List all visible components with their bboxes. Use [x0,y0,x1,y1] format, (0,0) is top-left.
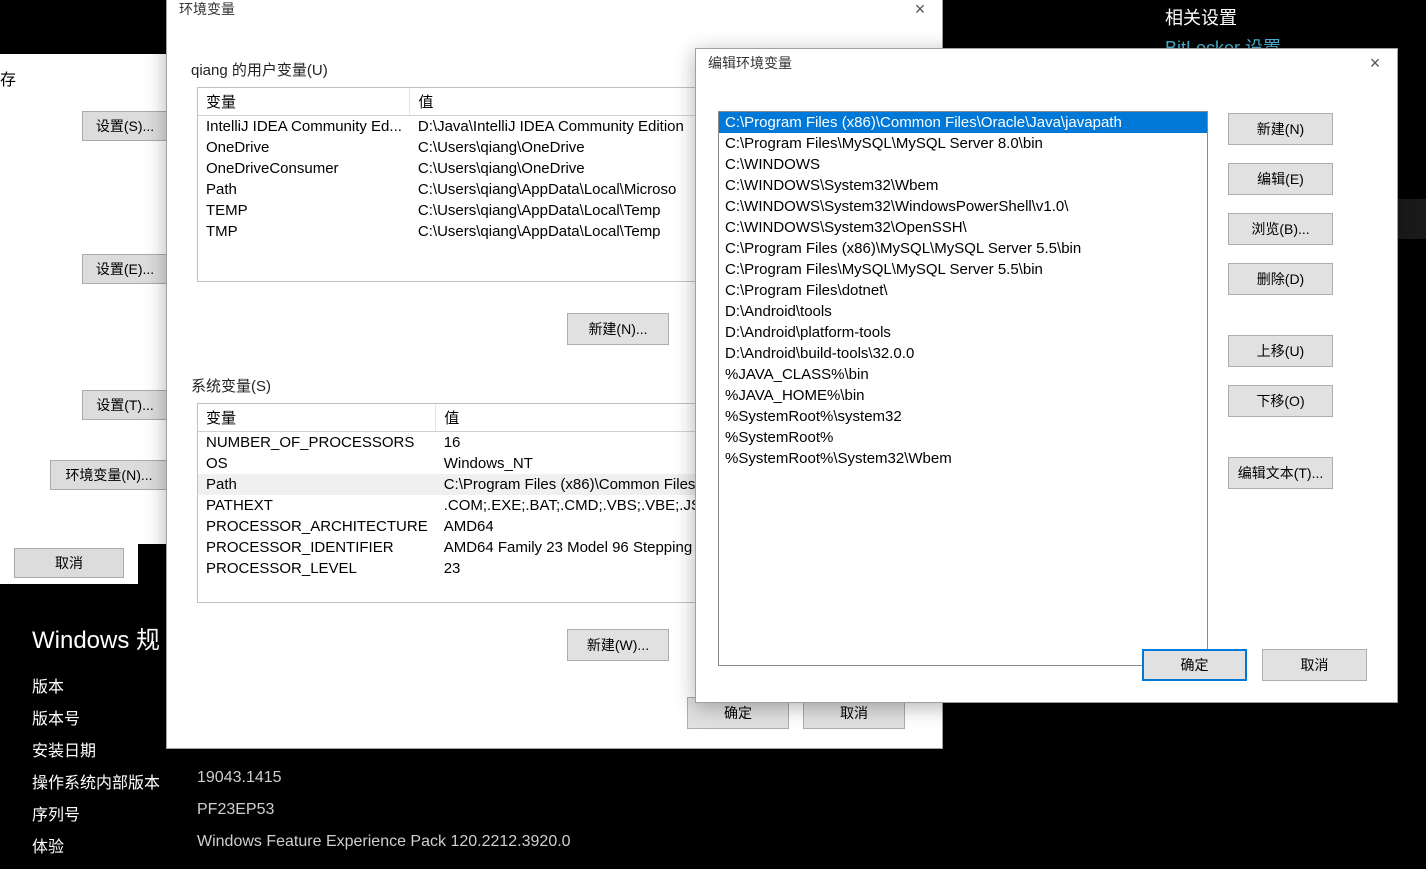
new-path-button[interactable]: 新建(N) [1228,113,1333,145]
delete-path-button[interactable]: 删除(D) [1228,263,1333,295]
edit-text-button[interactable]: 编辑文本(T)... [1228,457,1333,489]
browse-path-button[interactable]: 浏览(B)... [1228,213,1333,245]
path-item[interactable]: C:\WINDOWS\System32\Wbem [719,175,1207,196]
move-down-button[interactable]: 下移(O) [1228,385,1333,417]
var-name-cell: Path [198,179,410,200]
spec-value: 19043.1415 [197,769,282,793]
bg-strip [0,290,170,386]
bg-strip: 设置(S)... [0,102,170,150]
path-item[interactable]: %JAVA_CLASS%\bin [719,364,1207,385]
edit-path-button[interactable]: 编辑(E) [1228,163,1333,195]
settings-e-button[interactable]: 设置(E)... [82,254,168,284]
spec-value: PF23EP53 [197,801,274,825]
bg-strip [0,496,170,544]
var-name-cell: PROCESSOR_IDENTIFIER [198,537,436,558]
spec-label: 体验 [32,833,197,857]
path-listbox[interactable]: C:\Program Files (x86)\Common Files\Orac… [718,111,1208,666]
bg-strip: 存 [0,54,170,102]
path-item[interactable]: C:\WINDOWS\System32\OpenSSH\ [719,217,1207,238]
spec-row: 体验Windows Feature Experience Pack 120.22… [32,833,571,857]
spec-value: Windows Feature Experience Pack 120.2212… [197,833,571,857]
bg-strip [0,150,170,250]
path-item[interactable]: %SystemRoot% [719,427,1207,448]
path-item[interactable]: %SystemRoot%\System32\Wbem [719,448,1207,469]
spec-row: 序列号PF23EP53 [32,801,571,825]
var-name-cell: OneDrive [198,137,410,158]
spec-label: 操作系统内部版本 [32,769,197,793]
bg-strip: 设置(E)... [0,250,170,290]
spec-label: 序列号 [32,801,197,825]
path-item[interactable]: C:\Program Files (x86)\Common Files\Orac… [719,112,1207,133]
path-item[interactable]: %JAVA_HOME%\bin [719,385,1207,406]
new-sys-var-button[interactable]: 新建(W)... [567,629,669,661]
col-var-header[interactable]: 变量 [198,88,410,116]
bg-strip: 取消 [0,544,138,584]
path-item[interactable]: D:\Android\platform-tools [719,322,1207,343]
edit-ok-button[interactable]: 确定 [1142,649,1247,681]
var-name-cell: OS [198,453,436,474]
edit-env-dialog: 编辑环境变量 × C:\Program Files (x86)\Common F… [695,48,1398,703]
var-name-cell: TMP [198,221,410,242]
save-label: 存 [0,66,16,90]
var-name-cell: PATHEXT [198,495,436,516]
path-item[interactable]: C:\Program Files\MySQL\MySQL Server 8.0\… [719,133,1207,154]
edit-dialog-title: 编辑环境变量 [708,53,792,73]
path-item[interactable]: C:\Program Files (x86)\MySQL\MySQL Serve… [719,238,1207,259]
var-name-cell: TEMP [198,200,410,221]
spec-row: 操作系统内部版本19043.1415 [32,769,571,793]
user-vars-label: qiang 的用户变量(U) [191,59,328,80]
env-dialog-title: 环境变量 [179,0,235,19]
edit-cancel-button[interactable]: 取消 [1262,649,1367,681]
bg-strip: 设置(T)... [0,386,170,426]
path-item[interactable]: D:\Android\build-tools\32.0.0 [719,343,1207,364]
path-item[interactable]: C:\WINDOWS [719,154,1207,175]
settings-s-button[interactable]: 设置(S)... [82,111,168,141]
env-vars-button[interactable]: 环境变量(N)... [50,460,168,490]
var-name-cell: PROCESSOR_LEVEL [198,558,436,579]
var-name-cell: OneDriveConsumer [198,158,410,179]
var-name-cell: PROCESSOR_ARCHITECTURE [198,516,436,537]
var-name-cell: NUMBER_OF_PROCESSORS [198,432,436,454]
path-item[interactable]: C:\WINDOWS\System32\WindowsPowerShell\v1… [719,196,1207,217]
var-name-cell: Path [198,474,436,495]
path-item[interactable]: C:\Program Files\MySQL\MySQL Server 5.5\… [719,259,1207,280]
close-icon[interactable]: × [904,0,936,23]
settings-t-button[interactable]: 设置(T)... [82,390,168,420]
bg-strip [0,426,170,456]
path-item[interactable]: C:\Program Files\dotnet\ [719,280,1207,301]
path-item[interactable]: D:\Android\tools [719,301,1207,322]
sys-vars-label: 系统变量(S) [191,375,271,396]
var-name-cell: IntelliJ IDEA Community Ed... [198,116,410,138]
col-var-header[interactable]: 变量 [198,404,436,432]
close-icon[interactable]: × [1359,53,1391,77]
new-user-var-button[interactable]: 新建(N)... [567,313,669,345]
move-up-button[interactable]: 上移(U) [1228,335,1333,367]
cancel-bg-button[interactable]: 取消 [14,548,124,578]
bg-strip: 环境变量(N)... [0,456,170,496]
related-settings-label: 相关设置 [1165,4,1237,30]
path-item[interactable]: %SystemRoot%\system32 [719,406,1207,427]
